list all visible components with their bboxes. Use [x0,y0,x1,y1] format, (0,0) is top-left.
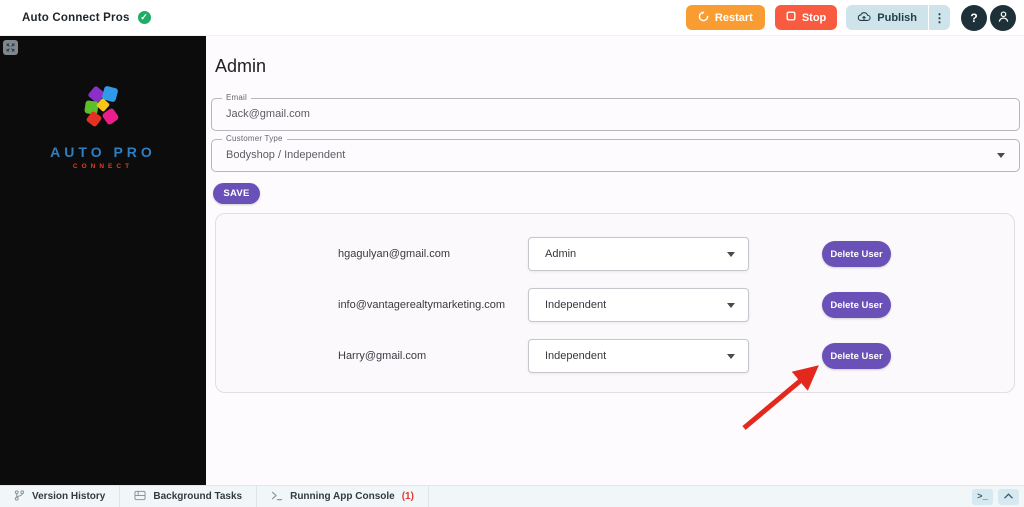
console-badge: (1) [401,491,414,502]
tab-running-app-console[interactable]: Running App Console (1) [257,485,429,507]
user-role-value: Independent [545,350,607,362]
user-email: Harry@gmail.com [338,350,427,362]
git-branch-icon [14,488,25,506]
app-page: Admin Email Jack@gmail.com Customer Type… [206,36,1024,485]
logo-text-line1: AUTO PRO [50,144,156,160]
profile-icon [997,10,1010,26]
chevron-down-icon [727,303,735,308]
tab-label: Version History [32,491,106,502]
delete-user-button[interactable]: Delete User [822,241,891,267]
publish-button[interactable]: Publish [846,5,928,30]
chevron-down-icon [727,252,735,257]
app-name: Auto Connect Pros [22,11,130,24]
users-card: hgagulyan@gmail.com Admin Delete User in… [215,213,1015,393]
tab-label: Background Tasks [153,491,243,502]
customer-type-select[interactable]: Customer Type Bodyshop / Independent [211,134,1020,172]
check-badge-icon: ✓ [137,11,151,24]
restart-label: Restart [714,11,753,24]
profile-button[interactable] [990,4,1016,31]
publish-menu-button[interactable]: ⋮ [928,5,950,30]
cloud-upload-icon [857,11,871,25]
logo-text-line2: CONNECT [72,163,134,170]
tab-version-history[interactable]: Version History [0,485,121,507]
restart-button[interactable]: Restart [685,5,765,30]
stop-icon [786,11,796,24]
kebab-icon: ⋮ [933,10,946,25]
user-row: hgagulyan@gmail.com Admin Delete User [216,237,1016,271]
chevron-down-icon [727,354,735,359]
publish-label: Publish [877,11,917,24]
open-terminal-button[interactable]: >_ [972,488,993,505]
page-title: Admin [215,56,267,76]
user-role-value: Independent [545,299,607,311]
delete-user-button[interactable]: Delete User [822,292,891,318]
app-canvas-dark: AUTO PRO CONNECT [0,36,206,485]
user-row: Harry@gmail.com Independent Delete User [216,339,1016,373]
header-right: Restart Stop Publish ⋮ ? [685,4,1016,31]
tab-background-tasks[interactable]: Background Tasks [120,485,258,507]
user-email: info@vantagerealtymarketing.com [338,299,506,311]
workspace: AUTO PRO CONNECT Admin Email Jack@gmail.… [0,36,1024,485]
restart-icon [698,10,709,25]
user-email: hgagulyan@gmail.com [338,248,451,260]
autopro-logo-mark [82,85,124,136]
ide-header: Auto Connect Pros ✓ Restart Stop Publish… [0,0,1024,36]
user-role-select[interactable]: Admin [528,237,749,271]
terminal-icon [271,488,283,506]
help-button[interactable]: ? [961,4,987,31]
ide-bottombar: Version History Background Tasks Running… [0,485,1024,507]
collapse-icon [1004,492,1013,502]
save-button[interactable]: SAVE [213,183,260,204]
email-field-value: Jack@gmail.com [226,108,310,120]
screen: Auto Connect Pros ✓ Restart Stop Publish… [0,0,1024,507]
expand-icon [6,40,15,55]
collapse-panel-button[interactable] [998,488,1019,505]
help-icon: ? [970,10,978,25]
tab-label: Running App Console [290,491,395,502]
header-left: Auto Connect Pros ✓ [22,11,151,24]
user-role-value: Admin [545,248,577,260]
stop-button[interactable]: Stop [774,5,838,30]
delete-user-button[interactable]: Delete User [822,343,891,369]
autopro-logo: AUTO PRO CONNECT [0,85,206,170]
chevron-down-icon [997,153,1005,158]
user-row: info@vantagerealtymarketing.com Independ… [216,288,1016,322]
publish-button-group: Publish ⋮ [846,5,950,30]
stop-label: Stop [801,11,827,24]
user-role-select[interactable]: Independent [528,288,749,322]
user-role-select[interactable]: Independent [528,339,749,373]
expand-button[interactable] [3,40,18,55]
terminal-icon: >_ [977,491,988,502]
email-field[interactable]: Email Jack@gmail.com [211,93,1020,131]
tasks-icon [134,488,146,506]
customer-type-value: Bodyshop / Independent [226,149,346,161]
